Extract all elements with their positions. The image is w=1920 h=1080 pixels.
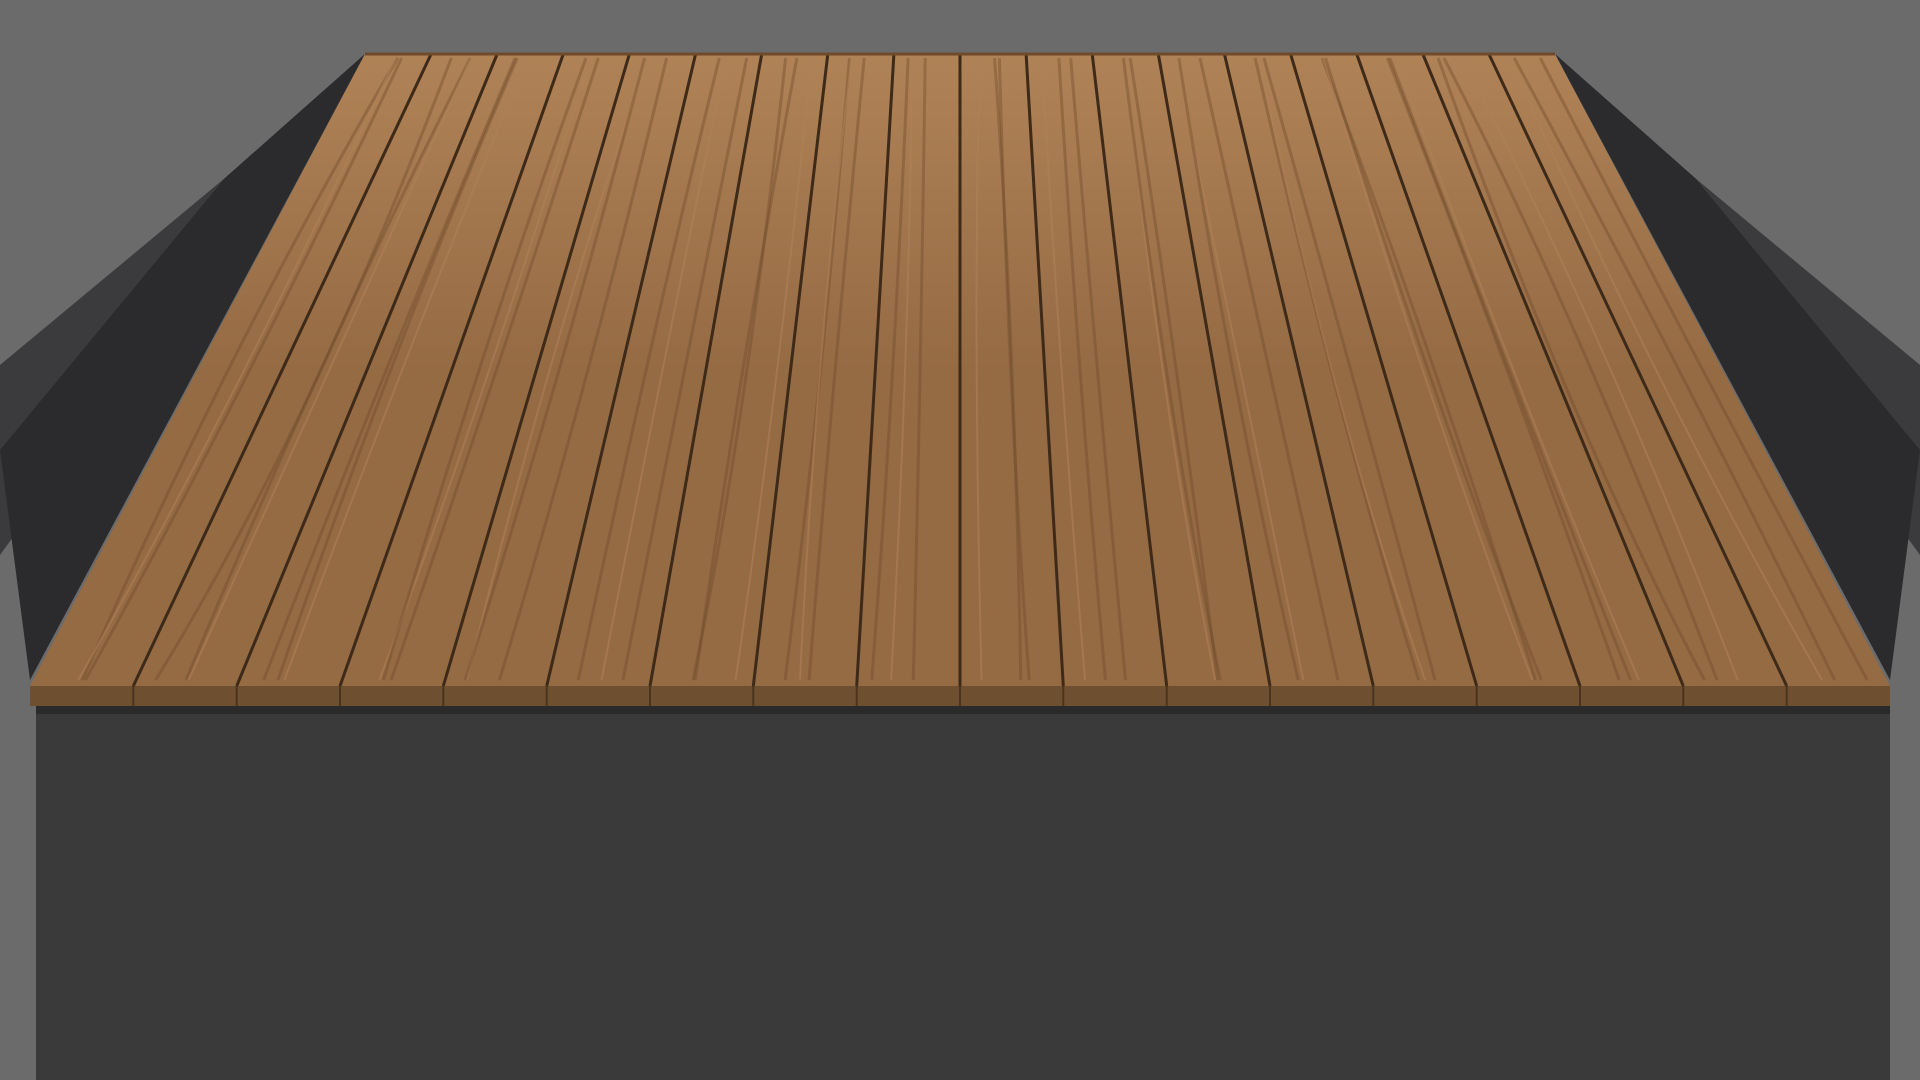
game-scene: [0, 0, 1920, 1080]
platform-front-wall: [36, 700, 1890, 1080]
